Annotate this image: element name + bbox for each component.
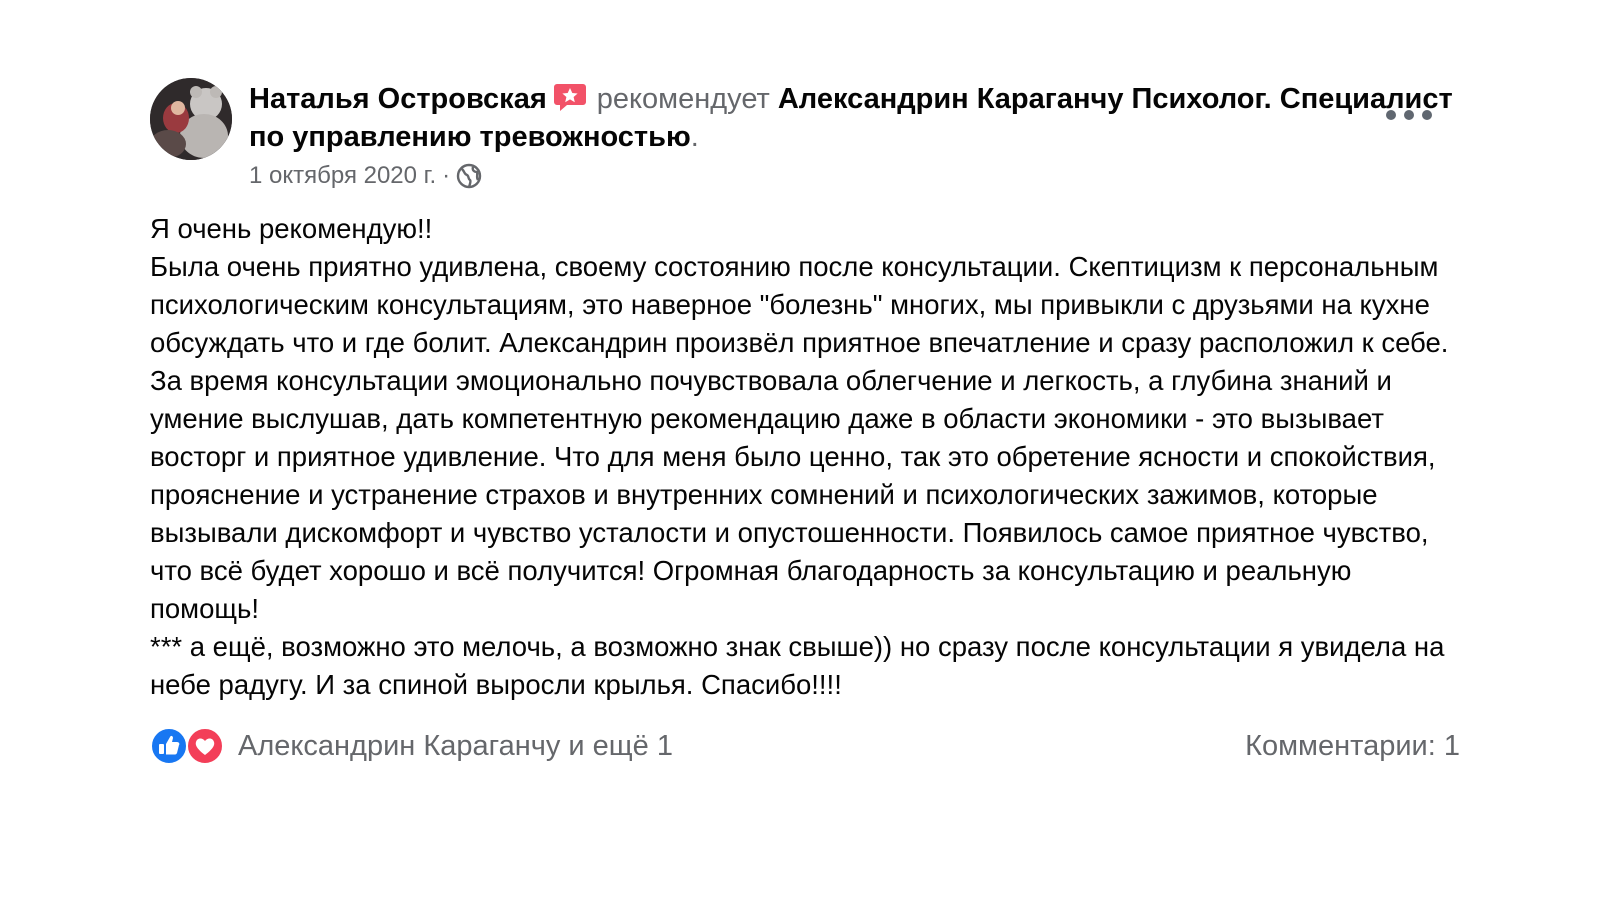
recommends-verb: рекомендует <box>596 83 770 115</box>
more-dot <box>1422 110 1432 120</box>
meta-separator: · <box>442 162 451 189</box>
post-footer: Александрин Караганчу и ещё 1 Комментари… <box>150 726 1460 766</box>
title-trailing-dot: . <box>690 121 699 153</box>
author-name[interactable]: Наталья Островская <box>249 83 547 115</box>
reactions-summary[interactable]: Александрин Караганчу и ещё 1 <box>150 726 673 766</box>
post-body-text: Я очень рекомендую!! Была очень приятно … <box>150 213 1449 700</box>
post-meta: 1 октября 2020 г. · <box>249 162 1460 190</box>
post-title-line: Наталья Островская рекомендует Александри… <box>249 80 1460 156</box>
star-badge-icon <box>553 82 587 112</box>
more-dot <box>1404 110 1414 120</box>
recommendation-post: Наталья Островская рекомендует Александри… <box>150 78 1460 766</box>
reaction-icons <box>150 726 226 766</box>
header-text: Наталья Островская рекомендует Александри… <box>249 78 1460 190</box>
more-dot <box>1386 110 1396 120</box>
post-date[interactable]: 1 октября 2020 г. <box>249 162 436 190</box>
author-avatar[interactable] <box>150 78 232 160</box>
love-icon <box>186 727 224 765</box>
post-header: Наталья Островская рекомендует Александри… <box>150 78 1460 190</box>
more-options-icon[interactable] <box>1386 100 1432 130</box>
reactions-names[interactable]: Александрин Караганчу и ещё 1 <box>238 730 673 763</box>
comments-count[interactable]: Комментарии: 1 <box>1245 730 1460 763</box>
globe-icon[interactable] <box>456 163 482 189</box>
like-icon <box>150 727 188 765</box>
avatar-image <box>150 78 232 160</box>
